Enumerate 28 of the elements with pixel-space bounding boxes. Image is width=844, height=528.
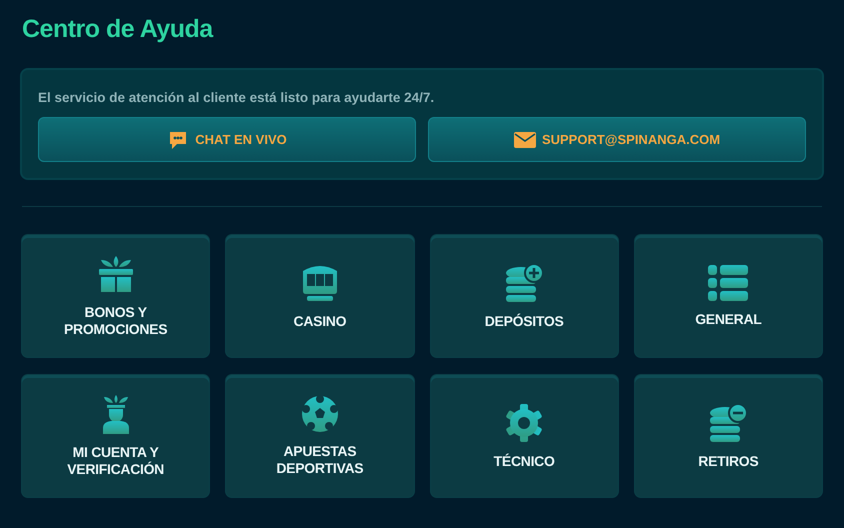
person-icon [100,394,131,434]
category-tile[interactable]: GENERAL [634,235,822,358]
category-label: CASINO [294,312,346,330]
category-tile[interactable]: RETIROS [634,375,822,498]
category-label: APUESTAS DEPORTIVAS [275,443,364,478]
category-label: TÉCNICO [494,452,555,470]
category-label: MI CUENTA Y VERIFICACIÓN [66,444,165,478]
envelope-icon [514,132,536,148]
category-label: DEPÓSITOS [484,312,564,330]
category-label: RETIROS [698,452,758,470]
gift-icon [96,254,135,294]
chat-button[interactable]: CHAT EN VIVO [38,117,416,162]
category-tile[interactable]: DEPÓSITOS [430,235,618,358]
category-label: BONOS Y PROMOCIONES [62,304,168,338]
page-title: Centro de Ayuda [22,14,214,44]
category-tile[interactable]: TÉCNICO [430,375,618,498]
category-label: GENERAL [695,310,762,328]
category-tile[interactable]: CASINO [226,235,414,358]
list-icon [708,264,748,301]
category-tile[interactable]: APUESTAS DEPORTIVAS [226,375,414,498]
coin-stack-plus-icon [504,262,544,303]
email-button[interactable]: SUPPORT@SPINANGA.COM [428,117,806,162]
coin-stack-minus-icon [708,402,748,443]
soccer-ball-icon [300,395,339,434]
category-tile[interactable]: MI CUENTA Y VERIFICACIÓN [22,375,210,498]
category-tile[interactable]: BONOS Y PROMOCIONES [22,235,210,358]
support-message: El servicio de atención al cliente está listo para ayudarte 24/7. [38,89,436,107]
settings-icon [504,402,544,443]
